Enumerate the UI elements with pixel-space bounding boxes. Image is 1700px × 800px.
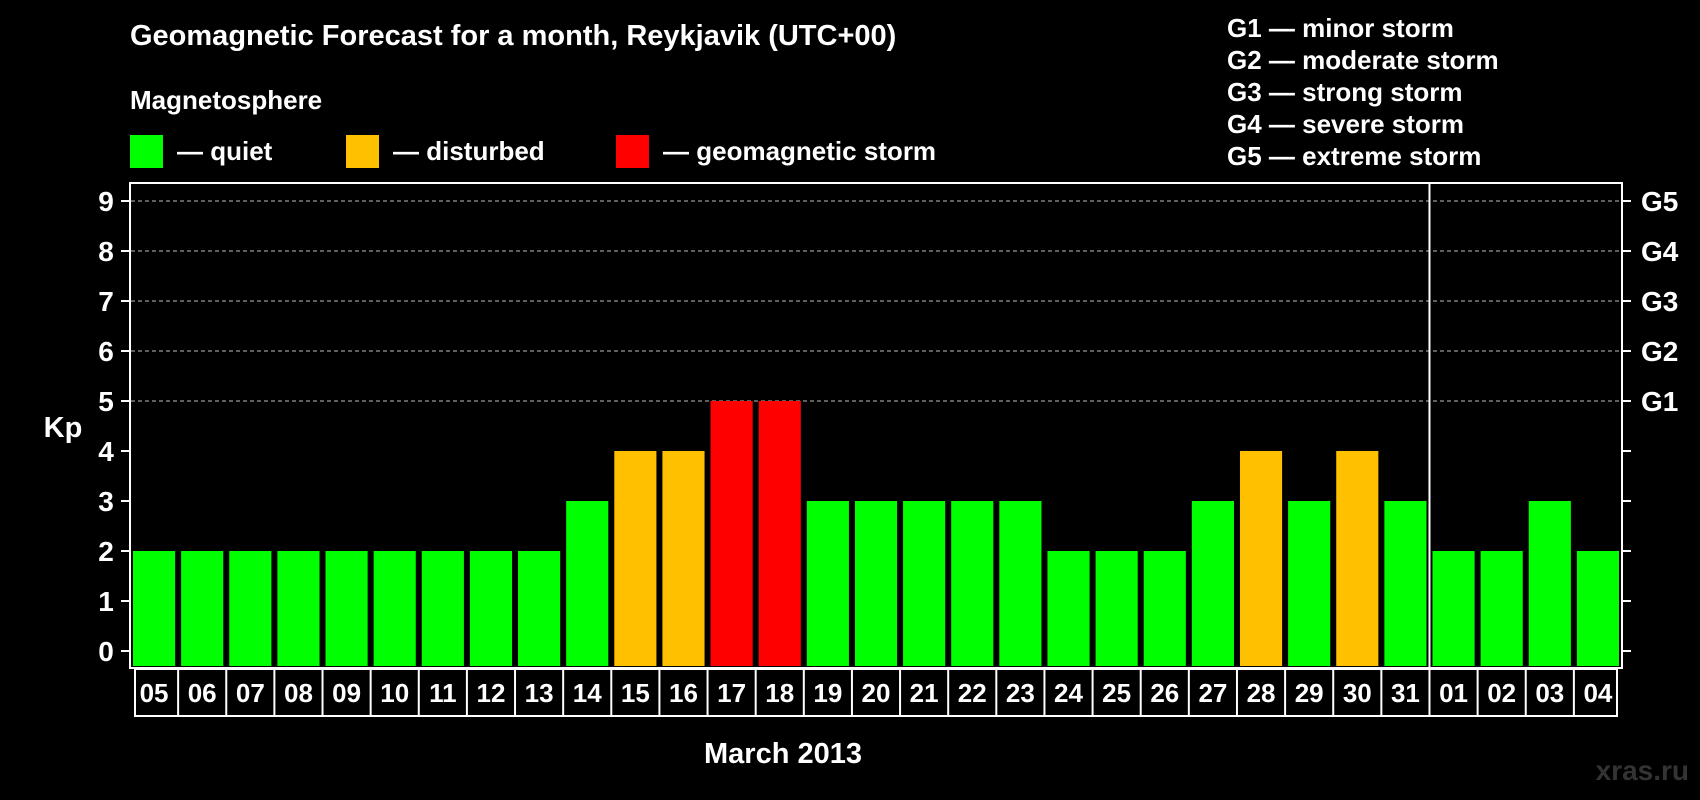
storm-axis-label-G5: G5 [1641, 186, 1678, 217]
storm-axis-label-G1: G1 [1641, 386, 1678, 417]
date-label-23: 23 [1006, 678, 1035, 708]
bar-20 [854, 501, 898, 666]
date-label-13: 13 [525, 678, 554, 708]
storm-axis-label-G3: G3 [1641, 286, 1678, 317]
date-label-19: 19 [813, 678, 842, 708]
y-tick-label-9: 9 [98, 186, 114, 217]
bar-06 [181, 551, 224, 666]
bar-08 [277, 551, 320, 666]
date-label-15: 15 [621, 678, 650, 708]
bar-29 [1288, 501, 1331, 666]
date-label-28: 28 [1247, 678, 1276, 708]
date-label-21: 21 [910, 678, 939, 708]
date-label-25: 25 [1102, 678, 1131, 708]
y-tick-label-3: 3 [98, 486, 114, 517]
date-label-27: 27 [1198, 678, 1227, 708]
date-label-17: 17 [717, 678, 746, 708]
bar-03 [1528, 501, 1571, 666]
date-label-06: 06 [188, 678, 217, 708]
date-label-22: 22 [958, 678, 987, 708]
bar-15 [614, 451, 657, 666]
storm-axis-label-G2: G2 [1641, 336, 1678, 367]
bar-27 [1191, 501, 1234, 666]
date-label-07: 07 [236, 678, 265, 708]
bar-31 [1384, 501, 1427, 666]
bar-13 [518, 551, 561, 666]
y-tick-label-1: 1 [98, 586, 114, 617]
bar-24 [1047, 551, 1090, 666]
bar-19 [806, 501, 849, 666]
bar-25 [1095, 551, 1138, 666]
date-label-11: 11 [429, 678, 457, 708]
date-label-09: 09 [332, 678, 361, 708]
date-label-29: 29 [1295, 678, 1324, 708]
bar-07 [229, 551, 272, 666]
bar-28 [1239, 451, 1283, 666]
date-label-20: 20 [862, 678, 891, 708]
date-label-01: 01 [1439, 678, 1468, 708]
date-label-31: 31 [1391, 678, 1420, 708]
bar-30 [1336, 451, 1379, 666]
bar-18 [758, 401, 801, 666]
date-label-04: 04 [1583, 678, 1612, 708]
bar-11 [421, 551, 464, 666]
date-label-24: 24 [1054, 678, 1083, 708]
bar-14 [566, 501, 609, 666]
y-tick-label-7: 7 [98, 286, 114, 317]
date-label-10: 10 [380, 678, 409, 708]
date-label-08: 08 [284, 678, 313, 708]
y-tick-label-5: 5 [98, 386, 114, 417]
y-tick-label-0: 0 [98, 636, 114, 667]
bar-12 [469, 551, 513, 666]
bar-02 [1480, 551, 1523, 666]
date-label-18: 18 [765, 678, 794, 708]
date-label-26: 26 [1150, 678, 1179, 708]
bar-01 [1432, 551, 1475, 666]
date-label-12: 12 [477, 678, 506, 708]
bar-16 [662, 451, 705, 666]
bar-10 [373, 551, 416, 666]
bar-17 [710, 401, 753, 666]
y-axis-label: Kp [44, 412, 83, 444]
bar-23 [999, 501, 1042, 666]
date-label-03: 03 [1535, 678, 1564, 708]
bar-22 [951, 501, 994, 666]
watermark: xras.ru [1595, 755, 1689, 786]
kp-bar-chart: 0123456789G1G2G3G4G5Kp05 06 07 08 09 10 11 12 13… [44, 182, 1679, 770]
bar-26 [1143, 551, 1186, 666]
date-label-02: 02 [1487, 678, 1516, 708]
bar-04 [1576, 551, 1619, 666]
y-tick-label-4: 4 [98, 436, 114, 467]
date-label-05: 05 [140, 678, 169, 708]
x-axis-label: March 2013 [704, 738, 862, 770]
y-tick-label-6: 6 [98, 336, 114, 367]
y-tick-label-8: 8 [98, 236, 114, 267]
date-label-16: 16 [669, 678, 698, 708]
bar-05 [133, 551, 176, 666]
y-tick-label-2: 2 [98, 536, 114, 567]
date-label-14: 14 [573, 678, 602, 708]
date-label-30: 30 [1343, 678, 1372, 708]
bar-21 [903, 501, 946, 666]
storm-axis-label-G4: G4 [1641, 236, 1679, 267]
bar-09 [325, 551, 368, 666]
